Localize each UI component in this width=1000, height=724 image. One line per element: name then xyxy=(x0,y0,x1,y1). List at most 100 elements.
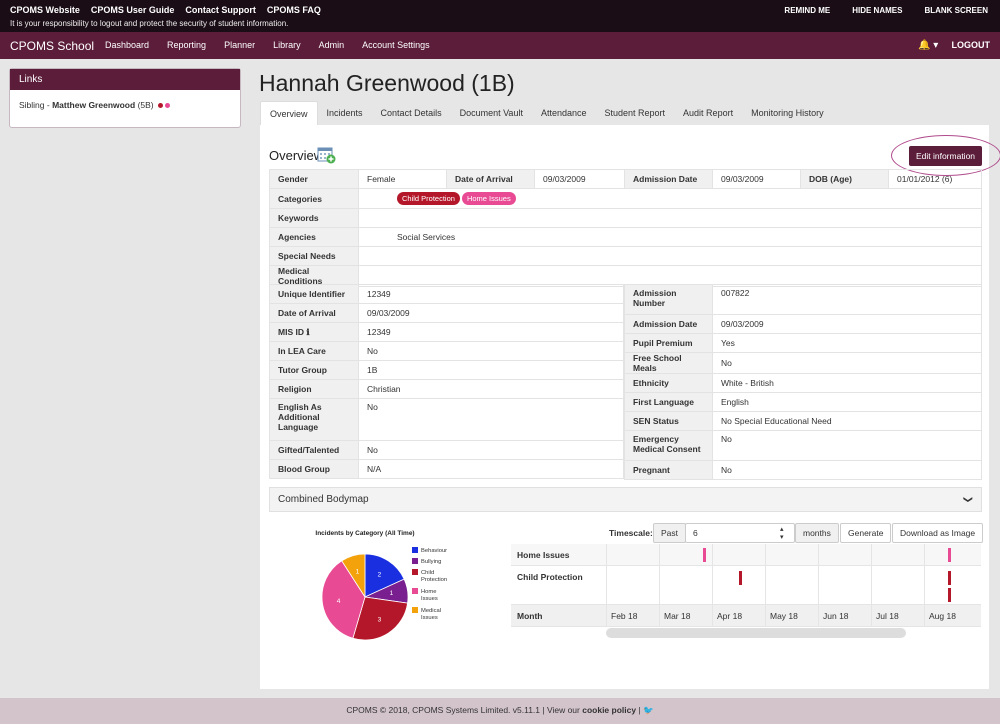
chart-title: Incidents by Category (All Time) xyxy=(315,530,414,537)
legend-label: Protection xyxy=(421,577,447,583)
nav-planner[interactable]: Planner xyxy=(224,40,255,50)
cookie-policy-link[interactable]: cookie policy xyxy=(582,705,636,715)
nav-library[interactable]: Library xyxy=(273,40,301,50)
sibling-name[interactable]: Matthew Greenwood xyxy=(52,100,135,110)
detail-value: No xyxy=(358,398,624,441)
incident-marker[interactable] xyxy=(703,548,706,562)
legend-swatch xyxy=(412,588,418,594)
category-badge[interactable]: Home Issues xyxy=(461,192,516,205)
dob-value: 01/01/2012 (6) xyxy=(888,169,982,189)
sibling-group: (5B) xyxy=(137,100,154,110)
calendar-icon[interactable] xyxy=(317,145,336,164)
timeline-scrollbar[interactable] xyxy=(606,628,906,638)
month-label: Jun 18 xyxy=(823,611,849,621)
incident-marker[interactable] xyxy=(948,571,951,585)
special-needs-label: Special Needs xyxy=(269,246,359,266)
tab-overview[interactable]: Overview xyxy=(260,101,318,125)
incident-marker[interactable] xyxy=(948,588,951,602)
month-header: Month xyxy=(517,611,543,621)
month-label: Apr 18 xyxy=(717,611,743,621)
detail-label: Blood Group xyxy=(269,459,359,479)
tab-incidents[interactable]: Incidents xyxy=(318,101,372,125)
tab-document-vault[interactable]: Document Vault xyxy=(451,101,532,125)
user-guide-link[interactable]: CPOMS User Guide xyxy=(91,5,175,15)
month-label: May 18 xyxy=(770,611,798,621)
footer-suffix: | xyxy=(636,705,644,715)
keywords-label: Keywords xyxy=(269,208,359,228)
detail-label: Unique Identifier xyxy=(269,284,359,304)
legend-label: Medical xyxy=(421,608,441,614)
detail-value: 09/03/2009 xyxy=(712,314,982,334)
detail-value: N/A xyxy=(358,459,624,479)
month-gridline xyxy=(765,544,766,627)
category-dot-icon xyxy=(158,103,164,109)
month-gridline xyxy=(712,544,713,627)
detail-value: Yes xyxy=(712,333,982,353)
legend-swatch xyxy=(412,607,418,613)
nav-admin[interactable]: Admin xyxy=(319,40,345,50)
top-bar: CPOMS Website CPOMS User Guide Contact S… xyxy=(0,0,1000,32)
tab-audit-report[interactable]: Audit Report xyxy=(674,101,742,125)
tab-contact-details[interactable]: Contact Details xyxy=(372,101,451,125)
footer: CPOMS © 2018, CPOMS Systems Limited. v5.… xyxy=(0,698,1000,724)
detail-value: 12349 xyxy=(358,284,624,304)
nav-dashboard[interactable]: Dashboard xyxy=(105,40,149,50)
external-links: CPOMS Website CPOMS User Guide Contact S… xyxy=(10,5,321,15)
month-gridline xyxy=(924,544,925,627)
pie-data-label: 4 xyxy=(337,598,341,605)
bodymap-accordion[interactable]: Combined Bodymap ❯ xyxy=(269,487,982,512)
month-label: Mar 18 xyxy=(664,611,691,621)
legend-label: Home xyxy=(421,589,436,595)
tab-monitoring-history[interactable]: Monitoring History xyxy=(742,101,833,125)
links-panel-title: Links xyxy=(10,69,240,90)
detail-value: 007822 xyxy=(712,284,982,315)
detail-label: Admission Number xyxy=(624,284,713,315)
detail-label: Pupil Premium xyxy=(624,333,713,353)
category-badge[interactable]: Child Protection xyxy=(397,192,460,205)
categories-value: Child Protection Home Issues xyxy=(358,188,982,209)
contact-support-link[interactable]: Contact Support xyxy=(185,5,256,15)
detail-value: 09/03/2009 xyxy=(358,303,624,323)
tab-student-report[interactable]: Student Report xyxy=(596,101,675,125)
doa-value: 09/03/2009 xyxy=(534,169,625,189)
brand[interactable]: CPOMS School xyxy=(10,39,94,53)
twitter-icon[interactable]: 🐦 xyxy=(643,705,654,715)
incident-marker[interactable] xyxy=(739,571,742,585)
nav-menu: Dashboard Reporting Planner Library Admi… xyxy=(105,40,430,50)
detail-value: No xyxy=(712,460,982,480)
month-label: Feb 18 xyxy=(611,611,638,621)
past-label: Past xyxy=(653,523,687,543)
download-image-button[interactable]: Download as Image xyxy=(892,523,984,543)
stepper-icon[interactable]: ▴ ▾ xyxy=(778,523,786,543)
logout-button[interactable]: LOGOUT xyxy=(952,40,991,50)
faq-link[interactable]: CPOMS FAQ xyxy=(267,5,321,15)
nav-reporting[interactable]: Reporting xyxy=(167,40,206,50)
chevron-down-icon[interactable]: ❯ xyxy=(963,496,974,504)
detail-value: 1B xyxy=(358,360,624,380)
nav-account-settings[interactable]: Account Settings xyxy=(362,40,430,50)
detail-label: Ethnicity xyxy=(624,373,713,393)
blank-screen-button[interactable]: BLANK SCREEN xyxy=(924,6,988,15)
generate-button[interactable]: Generate xyxy=(840,523,892,543)
remind-me-button[interactable]: REMIND ME xyxy=(784,6,830,15)
sibling-prefix: Sibling - xyxy=(19,100,53,110)
bell-icon[interactable]: 🔔 ▾ xyxy=(918,40,938,51)
pie-data-label: 3 xyxy=(378,616,382,623)
links-panel: Links Sibling - Matthew Greenwood (5B) xyxy=(9,68,241,128)
cpoms-website-link[interactable]: CPOMS Website xyxy=(10,5,80,15)
month-gridline xyxy=(871,544,872,627)
tab-attendance[interactable]: Attendance xyxy=(532,101,596,125)
legend-label: Behaviour xyxy=(421,548,447,554)
legend-swatch xyxy=(412,569,418,575)
incident-marker[interactable] xyxy=(948,548,951,562)
overview-panel: Overview Edit information Gender Female … xyxy=(260,125,1000,689)
categories-label: Categories xyxy=(269,188,359,209)
row-label: Home Issues xyxy=(517,550,570,560)
footer-text: CPOMS © 2018, CPOMS Systems Limited. v5.… xyxy=(346,705,583,715)
edit-information-button[interactable]: Edit information xyxy=(909,146,982,166)
detail-value: No xyxy=(358,341,624,361)
overview-title: Overview xyxy=(269,148,324,163)
timescale-label: Timescale: xyxy=(609,528,653,538)
hide-names-button[interactable]: HIDE NAMES xyxy=(852,6,902,15)
gender-label: Gender xyxy=(269,169,359,189)
